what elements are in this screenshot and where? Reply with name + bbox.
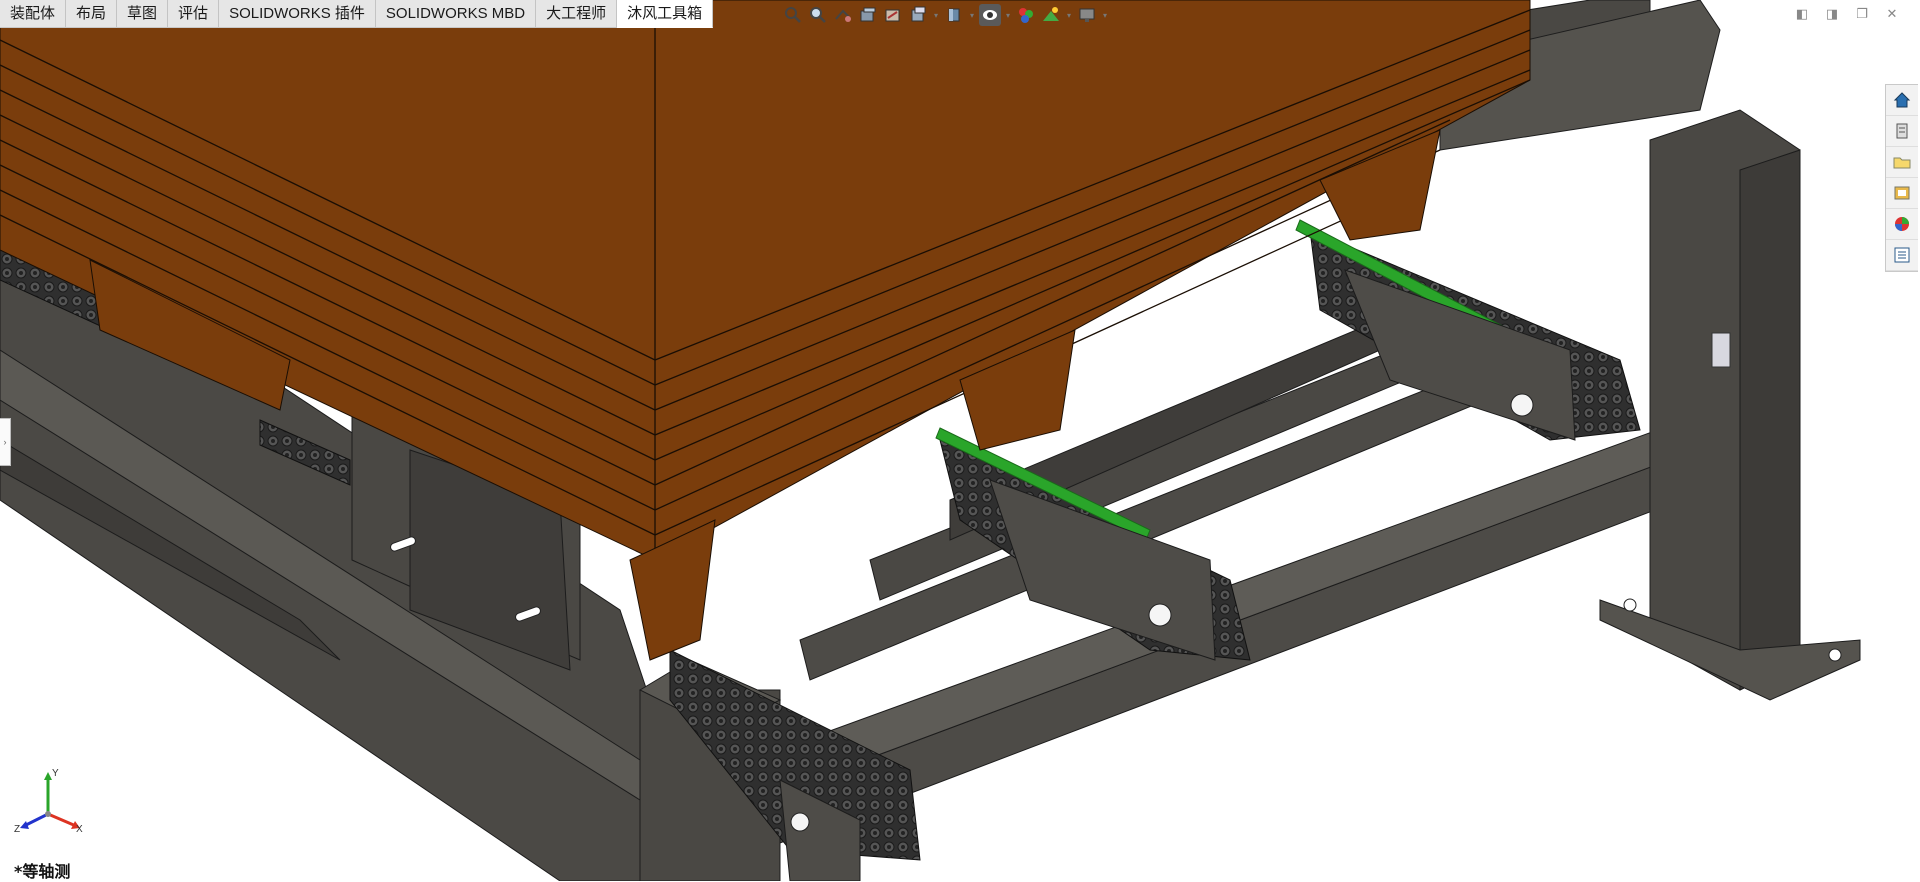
zoom-to-area-icon[interactable] xyxy=(807,4,829,26)
hud-separator: ▾ xyxy=(1066,10,1071,20)
tab-solidworks-mbd[interactable]: SOLIDWORKS MBD xyxy=(375,0,537,27)
heads-up-view-toolbar: ▾ ▾ ▾ ▾ ▾ xyxy=(782,2,1109,28)
custom-properties-icon[interactable] xyxy=(1886,240,1918,271)
bracket-plate xyxy=(1711,332,1731,368)
display-style-icon[interactable] xyxy=(943,4,965,26)
view-settings-icon[interactable] xyxy=(1076,4,1098,26)
edit-appearance-icon[interactable] xyxy=(1015,4,1037,26)
previous-view-icon[interactable] xyxy=(832,4,854,26)
tile-right-icon[interactable]: ◨ xyxy=(1824,6,1840,22)
tile-left-icon[interactable]: ◧ xyxy=(1794,6,1810,22)
hud-separator: ▾ xyxy=(969,10,974,20)
reference-triad: Y X Z xyxy=(14,768,88,840)
tab-assembly[interactable]: 装配体 xyxy=(0,0,67,27)
command-manager-tabs: 装配体 布局 草图 评估 SOLIDWORKS 插件 SOLIDWORKS MB… xyxy=(0,0,714,28)
tab-solidworks-addins[interactable]: SOLIDWORKS 插件 xyxy=(219,0,376,27)
view-orientation-icon[interactable] xyxy=(907,4,929,26)
foot-bolt-hole xyxy=(1623,598,1637,612)
graphics-area[interactable] xyxy=(0,0,1920,881)
hud-separator: ▾ xyxy=(933,10,938,20)
right-post-face xyxy=(1739,149,1801,691)
home-icon[interactable] xyxy=(1886,85,1918,116)
dynamic-annotation-icon[interactable] xyxy=(882,4,904,26)
tab-big-engineer[interactable]: 大工程师 xyxy=(536,0,618,27)
feature-manager-toggle[interactable]: › xyxy=(0,418,11,466)
foot-bolt-hole xyxy=(1828,648,1842,662)
triad-z-label: Z xyxy=(14,824,21,835)
view-orientation-label: *等轴测 xyxy=(14,862,71,881)
hud-separator: ▾ xyxy=(1005,10,1010,20)
apply-scene-icon[interactable] xyxy=(1040,4,1062,26)
hide-show-items-icon[interactable] xyxy=(979,4,1001,26)
triad-x-label: X xyxy=(76,824,83,835)
tab-mufeng-toolbox[interactable]: 沐风工具箱 xyxy=(617,0,714,28)
view-palette-icon[interactable] xyxy=(1886,178,1918,209)
section-view-icon[interactable] xyxy=(857,4,879,26)
file-explorer-icon[interactable] xyxy=(1886,147,1918,178)
window-controls: ◧ ◨ ❐ ✕ xyxy=(1794,6,1900,22)
triad-y-label: Y xyxy=(52,768,59,779)
zoom-to-fit-icon[interactable] xyxy=(782,4,804,26)
hud-separator: ▾ xyxy=(1102,10,1107,20)
design-library-icon[interactable] xyxy=(1886,116,1918,147)
appearances-icon[interactable] xyxy=(1886,209,1918,240)
shaft-hole xyxy=(1148,603,1172,627)
tab-sketch[interactable]: 草图 xyxy=(117,0,169,27)
task-pane-tabs xyxy=(1885,84,1918,272)
shaft-hole xyxy=(790,812,810,832)
tab-layout[interactable]: 布局 xyxy=(66,0,118,27)
restore-window-icon[interactable]: ❐ xyxy=(1854,6,1870,22)
close-window-icon[interactable]: ✕ xyxy=(1884,6,1900,22)
shaft-hole xyxy=(1510,393,1534,417)
conveyor-model xyxy=(0,0,1861,881)
tab-evaluate[interactable]: 评估 xyxy=(168,0,220,27)
